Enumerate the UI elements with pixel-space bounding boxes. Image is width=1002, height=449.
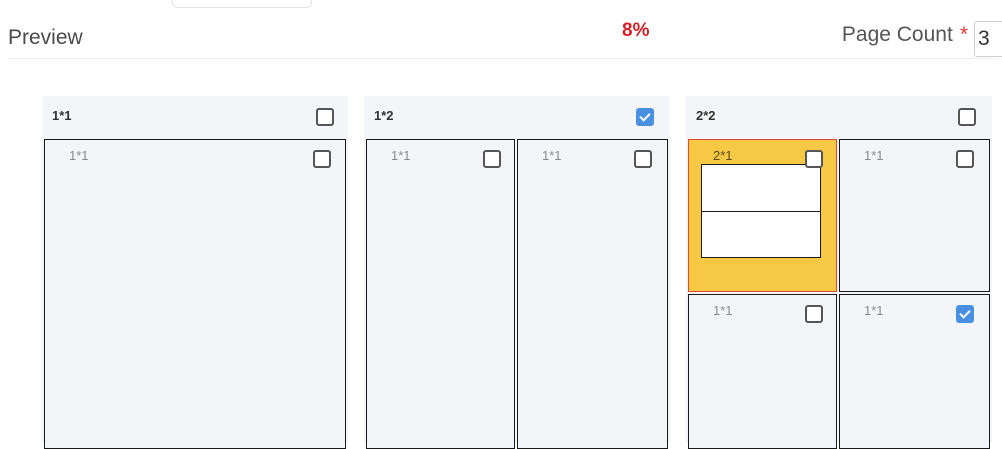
page-count-field: Page Count * (842, 21, 1002, 57)
drag-preview-split (702, 211, 820, 212)
panel-header: 1*1 (42, 96, 348, 136)
cell-checkbox[interactable] (956, 305, 974, 323)
page-count-input[interactable] (974, 21, 1002, 57)
layout-cell[interactable]: 1*1 (839, 139, 990, 292)
cell-label: 1*1 (69, 148, 89, 163)
drag-preview-frame (701, 164, 821, 258)
page-title: Preview (8, 26, 83, 49)
panel-body: 1*1 (44, 139, 346, 449)
cell-checkbox[interactable] (634, 150, 652, 168)
cell-label: 1*1 (391, 148, 411, 163)
panel-body: 2*1 1*1 1*1 1*1 (688, 139, 990, 449)
cell-checkbox[interactable] (805, 305, 823, 323)
header-divider (8, 58, 994, 59)
cell-checkbox[interactable] (313, 150, 331, 168)
layout-cell[interactable]: 1*1 (839, 294, 990, 449)
layout-cell[interactable]: 1*1 (688, 294, 837, 449)
panel-checkbox[interactable] (636, 108, 654, 126)
panel-checkbox[interactable] (316, 108, 334, 126)
cell-label: 1*1 (864, 303, 884, 318)
cell-checkbox[interactable] (956, 150, 974, 168)
layout-cell[interactable]: 1*1 (517, 139, 668, 449)
cell-label: 2*1 (713, 148, 733, 163)
cell-label: 1*1 (542, 148, 562, 163)
layout-panel-1x2[interactable]: 1*2 1*1 1*1 (364, 96, 670, 449)
required-mark: * (959, 23, 968, 46)
layout-cell-selected[interactable]: 2*1 (688, 139, 837, 292)
progress-percent: 8% (622, 20, 650, 41)
cell-checkbox[interactable] (805, 150, 823, 168)
page-count-label: Page Count (841, 23, 953, 46)
panel-checkbox[interactable] (958, 108, 976, 126)
cell-label: 1*1 (864, 148, 884, 163)
panel-header: 1*2 (364, 96, 670, 136)
top-tab[interactable] (172, 0, 312, 8)
panel-label: 1*1 (52, 108, 72, 123)
layout-panel-1x1[interactable]: 1*1 1*1 (42, 96, 348, 449)
panel-label: 2*2 (696, 108, 716, 123)
cell-label: 1*1 (713, 303, 733, 318)
panel-header: 2*2 (686, 96, 992, 136)
cell-checkbox[interactable] (483, 150, 501, 168)
layout-panel-2x2[interactable]: 2*2 2*1 1*1 1*1 1*1 (686, 96, 992, 449)
layout-cell[interactable]: 1*1 (44, 139, 346, 449)
layout-cell[interactable]: 1*1 (366, 139, 515, 449)
panel-label: 1*2 (374, 108, 394, 123)
panel-body: 1*1 1*1 (366, 139, 668, 449)
